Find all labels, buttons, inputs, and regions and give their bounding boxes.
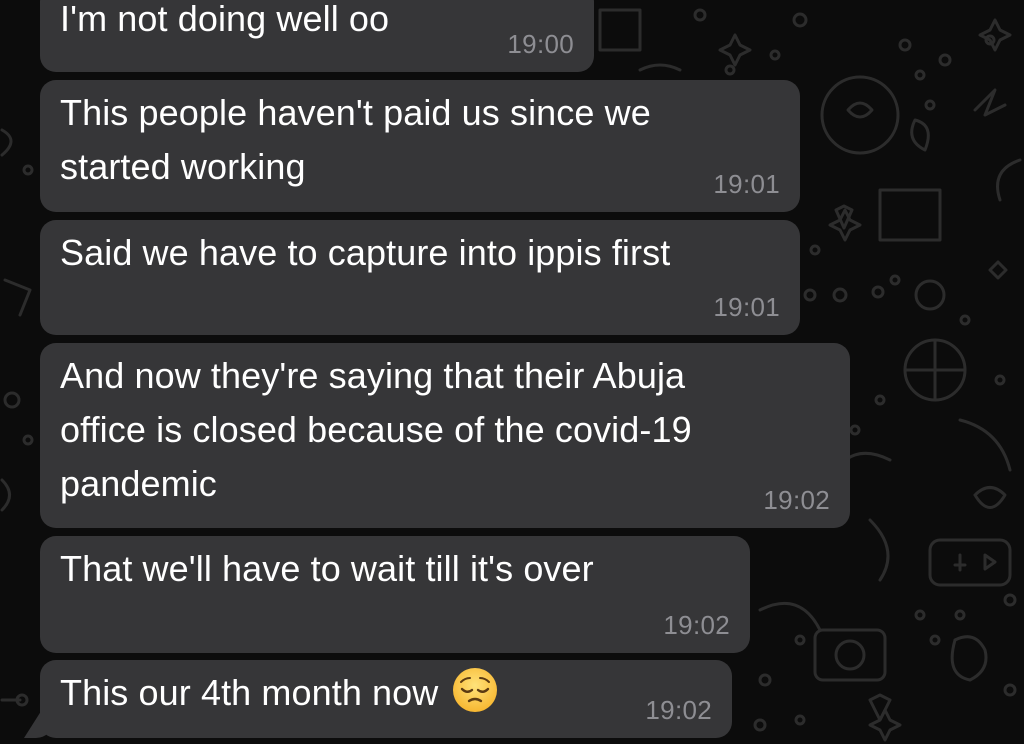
message-bubble[interactable]: I'm not doing well oo 19:00 — [40, 0, 594, 72]
message-time: 19:02 — [663, 610, 730, 640]
pensive-face-emoji-icon — [453, 668, 498, 712]
message-bubble[interactable]: Said we have to capture into ippis first… — [40, 220, 800, 335]
message-text: And now they're saying that their Abuja — [60, 355, 686, 396]
message-text: office is closed because of the covid-19 — [60, 409, 692, 450]
message-bubble[interactable]: And now they're saying that their Abuja … — [40, 343, 850, 528]
message-bubble[interactable]: That we'll have to wait till it's over 1… — [40, 536, 750, 653]
message-time: 19:02 — [763, 485, 830, 515]
message-text: started working — [60, 146, 306, 187]
message-bubble[interactable]: This our 4th month now 19:02 — [40, 660, 732, 738]
message-list[interactable]: I'm not doing well oo 19:00 This people … — [0, 0, 1024, 744]
message-time: 19:01 — [713, 292, 780, 322]
message-text: This people haven't paid us since we — [60, 92, 651, 133]
message-time: 19:00 — [507, 29, 574, 59]
message-text: I'm not doing well oo — [60, 0, 390, 39]
message-bubble[interactable]: This people haven't paid us since we sta… — [40, 80, 800, 212]
message-text: That we'll have to wait till it's over — [60, 548, 594, 589]
message-time: 19:01 — [713, 169, 780, 199]
message-time: 19:02 — [645, 695, 712, 725]
message-text: Said we have to capture into ippis first — [60, 232, 671, 273]
message-text: This our 4th month now — [60, 672, 439, 713]
message-text: pandemic — [60, 463, 217, 504]
